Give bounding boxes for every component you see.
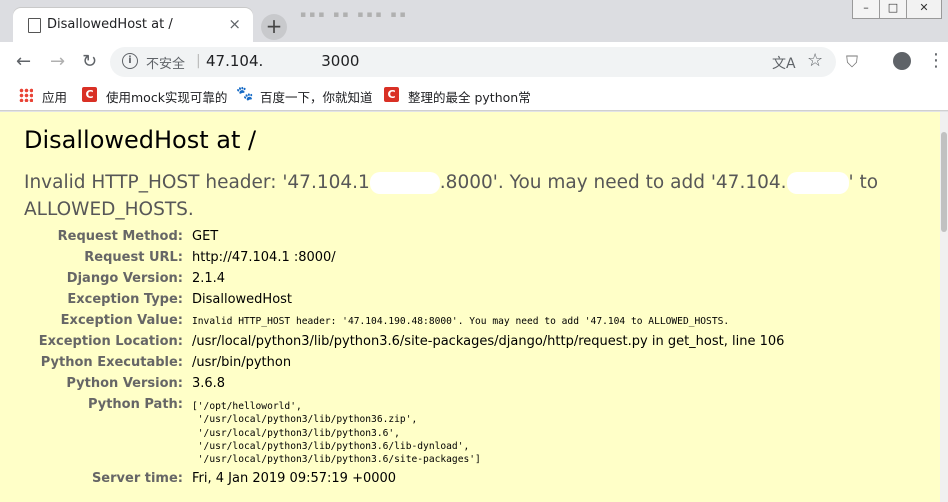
meta-value: DisallowedHost: [192, 292, 293, 307]
baidu-paw-icon: 🐾: [236, 86, 254, 102]
address-bar[interactable]: i 不安全 | 47.104. 3000 文A ☆: [110, 47, 836, 77]
forward-icon[interactable]: →: [50, 52, 65, 72]
exception-summary-line2: ALLOWED_HOSTS.: [24, 199, 194, 220]
scrollbar-thumb[interactable]: [941, 132, 947, 232]
meta-label: Django Version:: [66, 271, 183, 286]
scrollbar[interactable]: [940, 112, 948, 502]
meta-value: /usr/bin/python: [192, 355, 292, 370]
account-icon[interactable]: [893, 52, 911, 70]
csdn-icon: C: [82, 87, 97, 102]
maximize-button[interactable]: □: [879, 0, 907, 19]
meta-value: Fri, 4 Jan 2019 09:57:19 +0000: [192, 471, 397, 486]
bookmark-baidu[interactable]: 百度一下，你就知道: [260, 87, 373, 106]
meta-label: Exception Value:: [60, 313, 183, 328]
window-close-button[interactable]: ✕: [906, 0, 942, 19]
meta-value: /usr/local/python3/lib/python3.6/site-pa…: [192, 334, 785, 349]
meta-value: http://47.104.1 :8000/: [192, 250, 336, 265]
minimize-button[interactable]: –: [852, 0, 880, 19]
new-tab-button[interactable]: +: [261, 14, 287, 40]
meta-label: Exception Type:: [67, 292, 183, 307]
page-icon: [28, 18, 41, 33]
python-path-value: ['/opt/helloworld', '/usr/local/python3/…: [192, 401, 481, 466]
reload-icon[interactable]: ↻: [82, 52, 97, 72]
bookmark-mock[interactable]: 使用mock实现可靠的: [106, 87, 227, 106]
error-page: DisallowedHost at / Invalid HTTP_HOST he…: [0, 112, 940, 502]
meta-value: 2.1.4: [192, 271, 226, 286]
address-separator: |: [196, 53, 201, 69]
exception-summary-part1: Invalid HTTP_HOST header: '47.104.1: [24, 172, 370, 193]
meta-value: GET: [192, 229, 219, 244]
meta-label: Python Executable:: [40, 355, 183, 370]
redaction: [786, 172, 849, 194]
exception-summary-part3: ' to: [848, 172, 879, 193]
url-text[interactable]: 47.104. 3000: [206, 52, 359, 70]
tab-strip: DisallowedHost at / × + ▪▪▪ ▪▪ ▪▪▪ ▪▪ – …: [0, 0, 948, 42]
window-controls: – □ ✕: [852, 0, 942, 20]
back-icon[interactable]: ←: [16, 52, 31, 72]
menu-icon[interactable]: ⋮: [927, 50, 945, 71]
redaction: [369, 172, 440, 194]
csdn-icon: C: [384, 87, 399, 102]
meta-value: Invalid HTTP_HOST header: '47.104.190.48…: [192, 316, 730, 327]
tab-title: DisallowedHost at /: [47, 17, 173, 32]
meta-label: Request Method:: [57, 229, 183, 244]
bookmarks-bar: 应用 C 使用mock实现可靠的 🐾 百度一下，你就知道 C 整理的最全 pyt…: [0, 82, 948, 111]
bookmark-python[interactable]: 整理的最全 python常: [408, 87, 531, 106]
tab-active[interactable]: DisallowedHost at / ×: [13, 8, 253, 42]
info-icon[interactable]: i: [122, 53, 138, 69]
meta-label: Python Path:: [87, 397, 183, 412]
exception-summary: Invalid HTTP_HOST header: '47.104.1 .8000…: [24, 169, 894, 223]
browser-chrome: DisallowedHost at / × + ▪▪▪ ▪▪ ▪▪▪ ▪▪ – …: [0, 0, 948, 112]
bookmark-apps[interactable]: 应用: [42, 87, 67, 106]
bookmark-star-icon[interactable]: ☆: [807, 50, 823, 71]
extension-shield-icon[interactable]: ⛉: [846, 52, 858, 72]
translate-icon[interactable]: 文A: [772, 53, 796, 73]
blurred-background-text: ▪▪▪ ▪▪ ▪▪▪ ▪▪: [300, 10, 409, 20]
meta-label: Server time:: [91, 471, 183, 486]
exception-summary-part2: .8000'. You may need to add '47.104.: [439, 172, 787, 193]
apps-icon[interactable]: [19, 88, 33, 102]
meta-label: Exception Location:: [38, 334, 183, 349]
meta-label: Request URL:: [84, 250, 183, 265]
meta-label: Python Version:: [66, 376, 183, 391]
close-icon[interactable]: ×: [228, 15, 241, 33]
security-status: 不安全: [146, 57, 186, 72]
page-title: DisallowedHost at /: [24, 126, 257, 154]
meta-value: 3.6.8: [192, 376, 226, 391]
